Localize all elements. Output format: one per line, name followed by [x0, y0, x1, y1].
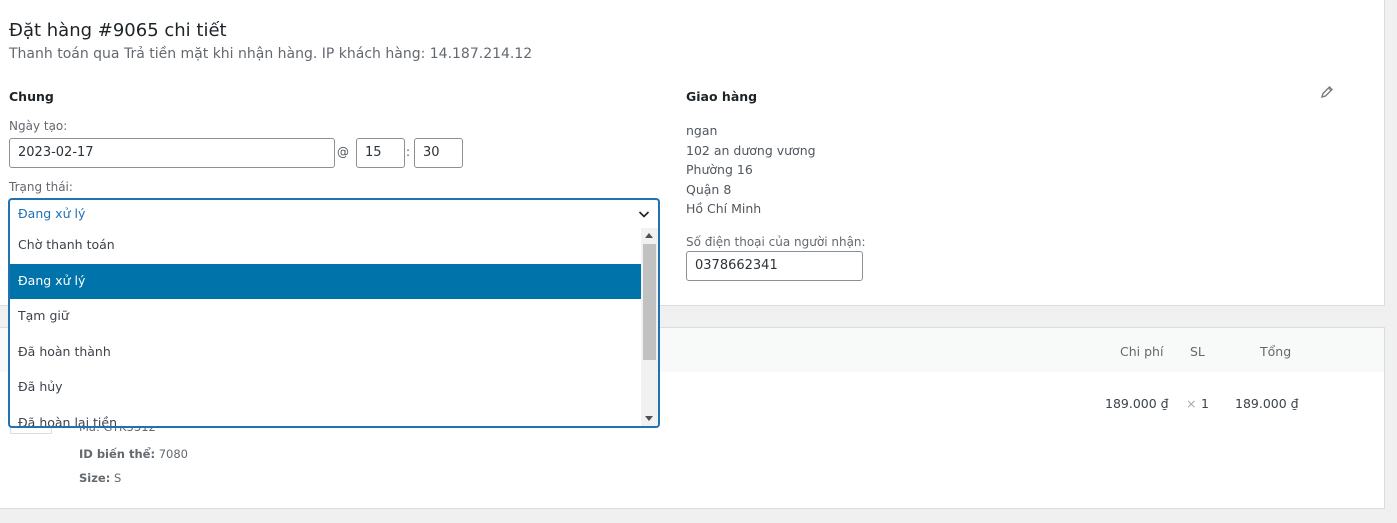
- status-option-pending[interactable]: Chờ thanh toán: [10, 228, 641, 264]
- time-colon: :: [406, 145, 411, 159]
- status-options-list: Chờ thanh toán Đang xử lý Tạm giữ Đã hoà…: [10, 228, 641, 426]
- payment-info: Thanh toán qua Trả tiền mặt khi nhận hàn…: [9, 46, 533, 62]
- date-created-label: Ngày tạo:: [9, 119, 68, 133]
- options-scrollbar[interactable]: [641, 228, 658, 426]
- status-option-refunded[interactable]: Đã hoàn lại tiền: [10, 406, 641, 427]
- variation-label: ID biến thể:: [79, 447, 156, 461]
- phone-label: Số điện thoại của người nhận:: [686, 235, 866, 249]
- scroll-up-arrow-icon[interactable]: [645, 233, 653, 238]
- item-total: 189.000 ₫: [1235, 396, 1299, 411]
- size-label: Size:: [79, 471, 111, 485]
- phone-input[interactable]: 0378662341: [686, 251, 863, 281]
- qty-times: ×: [1186, 396, 1197, 411]
- item-qty: 1: [1201, 396, 1209, 411]
- page-title: Đặt hàng #9065 chi tiết: [9, 20, 227, 41]
- status-option-processing[interactable]: Đang xử lý: [10, 263, 641, 299]
- scroll-down-arrow-icon[interactable]: [645, 416, 653, 421]
- scrollbar-thumb[interactable]: [643, 244, 656, 360]
- pencil-icon[interactable]: [1320, 85, 1334, 99]
- column-total: Tổng: [1260, 344, 1292, 359]
- shipping-address: ngan 102 an dương vương Phường 16 Quận 8…: [686, 121, 816, 219]
- at-separator: @: [337, 145, 349, 159]
- status-label: Trạng thái:: [9, 180, 73, 194]
- variation-value: 7080: [158, 447, 189, 461]
- status-option-on-hold[interactable]: Tạm giữ: [10, 299, 641, 335]
- address-line: Phường 16: [686, 162, 753, 177]
- status-select-current[interactable]: Đang xử lý: [10, 200, 658, 228]
- item-cost: 189.000 ₫: [1105, 396, 1169, 411]
- status-option-completed[interactable]: Đã hoàn thành: [10, 335, 641, 371]
- chevron-down-icon[interactable]: [638, 208, 650, 220]
- item-variation-id: ID biến thể: 7080: [79, 447, 188, 461]
- hour-input[interactable]: 15: [356, 138, 405, 168]
- address-line: Quận 8: [686, 181, 732, 197]
- column-cost: Chi phí: [1120, 344, 1164, 359]
- status-option-cancelled[interactable]: Đã hủy: [10, 370, 641, 406]
- shipping-heading: Giao hàng: [686, 89, 758, 104]
- minute-input[interactable]: 30: [414, 138, 463, 168]
- size-value: S: [113, 471, 122, 485]
- address-line: Hồ Chí Minh: [686, 201, 762, 216]
- address-line: 102 an dương vương: [686, 142, 816, 158]
- item-size: Size: S: [79, 471, 121, 485]
- column-qty: SL: [1190, 344, 1205, 359]
- general-heading: Chung: [9, 89, 54, 104]
- date-created-input[interactable]: 2023-02-17: [9, 138, 335, 168]
- address-line: ngan: [686, 123, 718, 138]
- status-select[interactable]: Đang xử lý Chờ thanh toán Đang xử lý Tạm…: [9, 199, 659, 427]
